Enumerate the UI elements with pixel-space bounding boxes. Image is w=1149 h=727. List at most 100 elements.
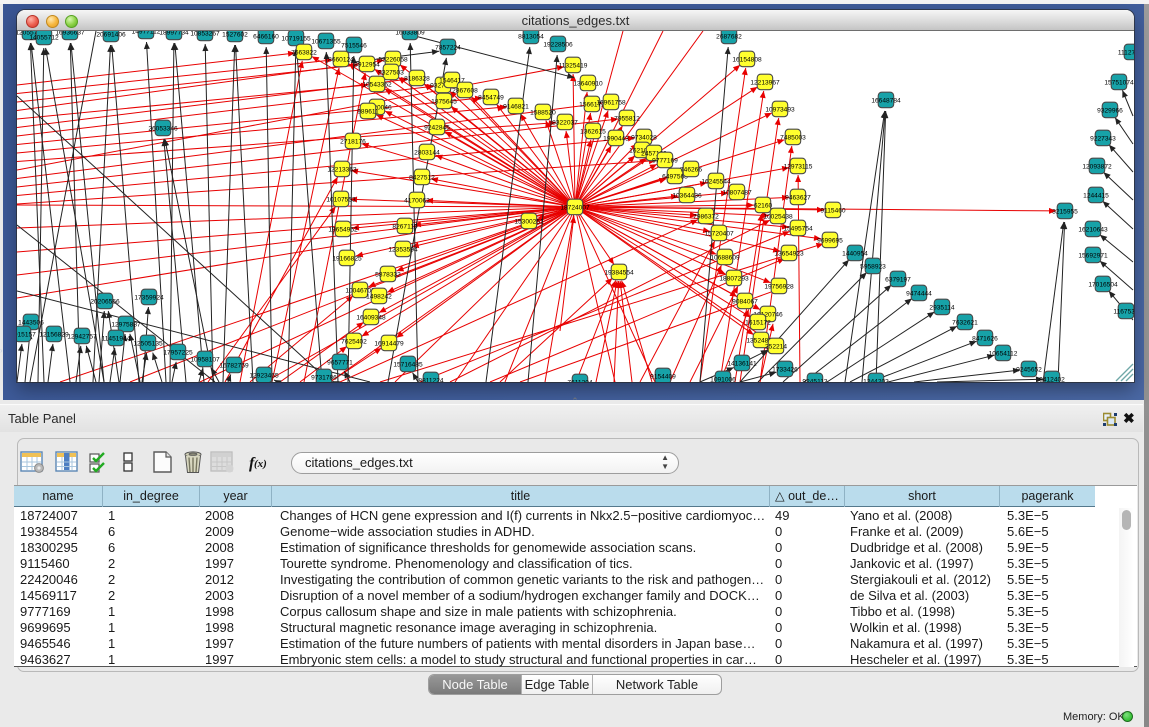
svg-text:26053346: 26053346 bbox=[148, 125, 178, 132]
svg-text:7485003: 7485003 bbox=[780, 134, 806, 141]
svg-text:9699695: 9699695 bbox=[817, 237, 843, 244]
svg-text:1498242: 1498242 bbox=[366, 293, 392, 300]
svg-text:9463627: 9463627 bbox=[785, 194, 811, 201]
svg-text:18997734: 18997734 bbox=[159, 31, 189, 36]
svg-text:9731786: 9731786 bbox=[311, 374, 337, 381]
svg-text:10958107: 10958107 bbox=[190, 356, 220, 363]
svg-text:2867608: 2867608 bbox=[452, 87, 478, 94]
svg-text:20206556: 20206556 bbox=[90, 298, 120, 305]
svg-text:16914479: 16914479 bbox=[374, 340, 404, 347]
svg-text:62160: 62160 bbox=[754, 202, 773, 209]
svg-text:9327503: 9327503 bbox=[378, 69, 404, 76]
svg-text:11325419: 11325419 bbox=[559, 62, 588, 69]
svg-text:15692971: 15692971 bbox=[1078, 252, 1108, 259]
svg-text:12942757: 12942757 bbox=[67, 333, 97, 340]
svg-text:9245113: 9245113 bbox=[802, 378, 828, 382]
svg-text:19654952: 19654952 bbox=[328, 226, 358, 233]
svg-text:13640910: 13640910 bbox=[573, 80, 603, 87]
svg-text:9146821: 9146821 bbox=[503, 103, 529, 110]
svg-text:9329966: 9329966 bbox=[1097, 107, 1123, 114]
svg-text:8813054: 8813054 bbox=[518, 33, 544, 40]
svg-text:8912954: 8912954 bbox=[354, 61, 380, 68]
svg-text:15751074: 15751074 bbox=[1104, 79, 1134, 86]
svg-text:16936637: 16936637 bbox=[55, 31, 85, 36]
svg-text:1440954: 1440954 bbox=[842, 250, 868, 257]
svg-text:10654112: 10654112 bbox=[989, 350, 1018, 357]
svg-text:7986372: 7986372 bbox=[693, 213, 719, 220]
svg-text:989611: 989611 bbox=[357, 108, 379, 115]
svg-text:12093872: 12093872 bbox=[1082, 163, 1112, 170]
svg-text:1443506: 1443506 bbox=[18, 319, 44, 326]
svg-text:9115460: 9115460 bbox=[820, 207, 846, 214]
svg-text:12213967: 12213967 bbox=[750, 79, 780, 86]
svg-text:9734028: 9734028 bbox=[631, 134, 657, 141]
svg-text:(x): (x) bbox=[254, 458, 267, 470]
svg-text:8454749: 8454749 bbox=[478, 94, 504, 101]
svg-text:12213363: 12213363 bbox=[327, 166, 357, 173]
svg-text:12156829: 12156829 bbox=[39, 331, 69, 338]
svg-text:18807293: 18807293 bbox=[719, 275, 749, 282]
svg-text:9474444: 9474444 bbox=[906, 290, 932, 297]
svg-text:7625402: 7625402 bbox=[341, 338, 367, 345]
svg-text:10543362: 10543362 bbox=[362, 81, 392, 88]
svg-text:9154409: 9154409 bbox=[650, 373, 676, 380]
svg-text:10973493: 10973493 bbox=[765, 106, 795, 113]
svg-text:7632621: 7632621 bbox=[952, 319, 978, 326]
svg-text:8660124: 8660124 bbox=[328, 56, 354, 63]
svg-text:2687682: 2687682 bbox=[716, 33, 742, 40]
svg-text:6379197: 6379197 bbox=[885, 276, 911, 283]
svg-text:16033809: 16033809 bbox=[395, 31, 425, 36]
svg-text:11451944: 11451944 bbox=[102, 335, 131, 342]
svg-text:15716485: 15716485 bbox=[393, 361, 423, 368]
svg-text:19756928: 19756928 bbox=[764, 283, 794, 290]
svg-text:7955812: 7955812 bbox=[614, 115, 640, 122]
svg-text:1733426: 1733426 bbox=[772, 366, 798, 373]
svg-text:53226058: 53226058 bbox=[378, 56, 408, 63]
svg-text:16782759: 16782759 bbox=[219, 362, 249, 369]
svg-text:7611204: 7611204 bbox=[567, 379, 593, 382]
svg-text:9227343: 9227343 bbox=[1090, 135, 1116, 142]
svg-text:16210643: 16210643 bbox=[1078, 226, 1108, 233]
svg-text:1244203: 1244203 bbox=[863, 378, 889, 382]
svg-text:12975887: 12975887 bbox=[111, 321, 141, 328]
svg-text:8427512: 8427512 bbox=[409, 174, 435, 181]
svg-text:15300251: 15300251 bbox=[514, 218, 544, 225]
svg-text:16245544: 16245544 bbox=[701, 178, 731, 185]
svg-text:252214: 252214 bbox=[765, 343, 787, 350]
svg-text:10364436: 10364436 bbox=[672, 192, 702, 199]
svg-text:9242845: 9242845 bbox=[424, 124, 450, 131]
svg-text:9245652: 9245652 bbox=[1016, 366, 1042, 373]
svg-text:15720407: 15720407 bbox=[704, 230, 734, 237]
svg-text:16961758: 16961758 bbox=[596, 99, 626, 106]
svg-text:1244415: 1244415 bbox=[1083, 192, 1109, 199]
svg-text:7663822: 7663822 bbox=[291, 49, 317, 56]
svg-text:746266: 746266 bbox=[680, 166, 702, 173]
svg-text:13654923: 13654923 bbox=[774, 250, 804, 257]
svg-text:10025438: 10025438 bbox=[763, 213, 793, 220]
svg-text:10719155: 10719155 bbox=[281, 35, 311, 42]
svg-text:1875645: 1875645 bbox=[431, 98, 457, 105]
svg-text:8186328: 8186328 bbox=[404, 75, 430, 82]
svg-text:4170062: 4170062 bbox=[404, 197, 430, 204]
svg-text:14136141: 14136141 bbox=[727, 360, 757, 367]
svg-text:16409348: 16409348 bbox=[356, 314, 386, 321]
svg-text:14977112: 14977112 bbox=[132, 31, 161, 35]
svg-text:9412402: 9412402 bbox=[1039, 376, 1065, 382]
svg-text:7515546: 7515546 bbox=[341, 42, 367, 49]
svg-text:2803144: 2803144 bbox=[414, 149, 440, 156]
svg-text:1527602: 1527602 bbox=[222, 31, 248, 38]
svg-text:1990443: 1990443 bbox=[603, 135, 629, 142]
svg-text:10688609: 10688609 bbox=[710, 254, 740, 261]
svg-text:3915157: 3915157 bbox=[17, 331, 36, 338]
svg-text:19166825: 19166825 bbox=[332, 255, 362, 262]
svg-text:20691406: 20691406 bbox=[96, 31, 126, 38]
svg-text:1091006: 1091006 bbox=[710, 376, 736, 382]
svg-text:5958923: 5958923 bbox=[860, 263, 886, 270]
svg-text:17016504: 17016504 bbox=[1088, 281, 1118, 288]
svg-text:7857224: 7857224 bbox=[435, 44, 461, 51]
svg-text:9777169: 9777169 bbox=[652, 157, 678, 164]
svg-text:10671355: 10671355 bbox=[311, 38, 341, 45]
svg-text:1615172: 1615172 bbox=[745, 319, 771, 326]
svg-text:17957225: 17957225 bbox=[163, 349, 193, 356]
svg-text:16154808: 16154808 bbox=[732, 56, 762, 63]
